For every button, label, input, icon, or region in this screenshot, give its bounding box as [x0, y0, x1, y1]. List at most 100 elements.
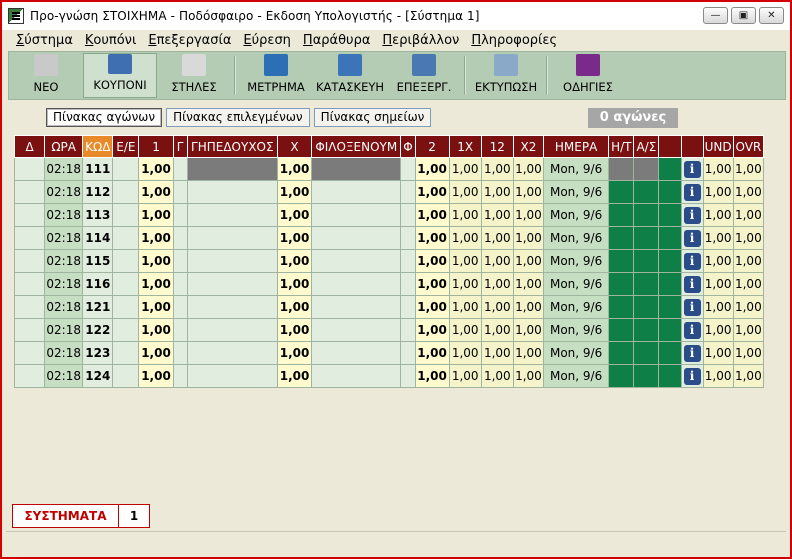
toolbar-button-columns[interactable]: ΣΤΗΛΕΣ [157, 52, 231, 99]
col-header-as[interactable]: Α/Σ [633, 135, 660, 158]
info-icon[interactable]: i [683, 229, 701, 247]
cell-x[interactable]: 1,00 [276, 226, 313, 250]
cell-day[interactable]: Mon, 9/6 [542, 318, 610, 342]
cell-ovr[interactable]: 1,00 [732, 249, 765, 273]
info-icon[interactable]: i [683, 321, 701, 339]
cell-home[interactable] [186, 249, 278, 273]
cell-time[interactable]: 02:18 [44, 295, 84, 319]
table-row[interactable]: 02:18 123 1,00 1,00 1,00 1,00 1,00 1,00 Mon, 9/6… [13, 341, 765, 365]
title-bar[interactable]: Προ-γνώση ΣΤΟΙΧΗΜΑ - Ποδόσφαιρο - Εκδοση… [2, 2, 790, 30]
toolbar-button-edit[interactable]: ΕΠΕΞΕΡΓ. [387, 52, 461, 99]
menu-item-6[interactable]: Πληροφορίες [471, 33, 557, 48]
col-header-time[interactable]: ΩΡΑ [44, 135, 84, 158]
cell-one[interactable]: 1,00 [138, 318, 174, 342]
cell-two[interactable]: 1,00 [414, 341, 450, 365]
toolbar-button-new-document[interactable]: ΝΕΟ [9, 52, 83, 99]
cell-und[interactable]: 1,00 [702, 364, 734, 388]
cell-as[interactable] [633, 364, 660, 388]
tab-selected-table[interactable]: Πίνακας επιλεγμένων [166, 108, 310, 127]
toolbar-button-printer[interactable]: ΕΚΤΥΠΩΣΗ [469, 52, 543, 99]
cell-f[interactable] [400, 272, 416, 296]
cell-home[interactable] [186, 318, 278, 342]
toolbar-button-coupon[interactable]: ΚΟΥΠΟΝΙ [83, 53, 157, 98]
cell-away[interactable] [311, 180, 402, 204]
menu-item-5[interactable]: Περιβάλλον [382, 33, 459, 48]
col-header-1[interactable]: 1 [138, 135, 174, 158]
cell-und[interactable]: 1,00 [702, 157, 734, 181]
table-row[interactable]: 02:18 121 1,00 1,00 1,00 1,00 1,00 1,00 Mon, 9/6… [13, 295, 765, 319]
cell-f[interactable] [400, 203, 416, 227]
toolbar-button-count[interactable]: ΜΕΤΡΗΜΑ [239, 52, 313, 99]
cell-x[interactable]: 1,00 [276, 272, 313, 296]
cell-onex[interactable]: 1,00 [448, 364, 482, 388]
cell-und[interactable]: 1,00 [702, 249, 734, 273]
cell-time[interactable]: 02:18 [44, 341, 84, 365]
cell-onetwo[interactable]: 1,00 [480, 157, 514, 181]
cell-ee[interactable] [112, 157, 140, 181]
col-header-2[interactable]: 2 [414, 135, 450, 158]
cell-as[interactable] [633, 272, 660, 296]
cell-ovr[interactable]: 1,00 [732, 364, 765, 388]
cell-two[interactable]: 1,00 [414, 203, 450, 227]
cell-away[interactable] [311, 157, 402, 181]
col-header-f[interactable]: Φ [400, 135, 416, 158]
cell-f[interactable] [400, 364, 416, 388]
cell-code[interactable]: 114 [82, 226, 114, 250]
cell-ht[interactable] [608, 157, 635, 181]
cell-d[interactable] [13, 226, 46, 250]
cell-onex[interactable]: 1,00 [448, 226, 482, 250]
cell-g[interactable] [172, 226, 188, 250]
cell-as[interactable] [633, 157, 660, 181]
col-header-away[interactable]: ΦΙΛΟΞΕΝΟΥΜ [311, 135, 402, 158]
minimize-button[interactable]: — [703, 7, 728, 24]
cell-onetwo[interactable]: 1,00 [480, 203, 514, 227]
toolbar-button-help-book[interactable]: ΟΔΗΓΙΕΣ [551, 52, 625, 99]
cell-one[interactable]: 1,00 [138, 180, 174, 204]
cell-f[interactable] [400, 295, 416, 319]
menu-item-4[interactable]: Παράθυρα [303, 33, 370, 48]
cell-ht[interactable] [608, 272, 635, 296]
cell-away[interactable] [311, 295, 402, 319]
cell-onex[interactable]: 1,00 [448, 295, 482, 319]
cell-code[interactable]: 113 [82, 203, 114, 227]
cell-day[interactable]: Mon, 9/6 [542, 364, 610, 388]
table-row[interactable]: 02:18 122 1,00 1,00 1,00 1,00 1,00 1,00 Mon, 9/6… [13, 318, 765, 342]
cell-time[interactable]: 02:18 [44, 157, 84, 181]
info-icon[interactable]: i [683, 344, 701, 362]
cell-home[interactable] [186, 341, 278, 365]
cell-home[interactable] [186, 364, 278, 388]
cell-away[interactable] [311, 364, 402, 388]
cell-x[interactable]: 1,00 [276, 203, 313, 227]
cell-x2[interactable]: 1,00 [512, 180, 544, 204]
cell-ovr[interactable]: 1,00 [732, 295, 765, 319]
cell-as[interactable] [633, 180, 660, 204]
menu-item-2[interactable]: Επεξεργασία [148, 33, 231, 48]
cell-ht[interactable] [608, 203, 635, 227]
cell-d[interactable] [13, 341, 46, 365]
cell-x[interactable]: 1,00 [276, 180, 313, 204]
cell-onex[interactable]: 1,00 [448, 180, 482, 204]
cell-away[interactable] [311, 318, 402, 342]
cell-ovr[interactable]: 1,00 [732, 341, 765, 365]
cell-onetwo[interactable]: 1,00 [480, 272, 514, 296]
cell-x2[interactable]: 1,00 [512, 249, 544, 273]
cell-ovr[interactable]: 1,00 [732, 272, 765, 296]
col-header-ee[interactable]: Ε/Ε [112, 135, 140, 158]
info-icon[interactable]: i [683, 206, 701, 224]
col-header-1x[interactable]: 1Χ [448, 135, 482, 158]
tab-signs-table[interactable]: Πίνακας σημείων [313, 108, 432, 127]
cell-x2[interactable]: 1,00 [512, 203, 544, 227]
cell-onetwo[interactable]: 1,00 [480, 341, 514, 365]
cell-g[interactable] [172, 364, 188, 388]
cell-extra[interactable] [658, 318, 682, 342]
cell-home[interactable] [186, 180, 278, 204]
cell-away[interactable] [311, 203, 402, 227]
cell-day[interactable]: Mon, 9/6 [542, 226, 610, 250]
cell-two[interactable]: 1,00 [414, 364, 450, 388]
cell-extra[interactable] [658, 364, 682, 388]
table-row[interactable]: 02:18 114 1,00 1,00 1,00 1,00 1,00 1,00 Mon, 9/6… [13, 226, 765, 250]
cell-ht[interactable] [608, 226, 635, 250]
cell-extra[interactable] [658, 180, 682, 204]
col-header-x[interactable]: Χ [276, 135, 313, 158]
cell-away[interactable] [311, 226, 402, 250]
